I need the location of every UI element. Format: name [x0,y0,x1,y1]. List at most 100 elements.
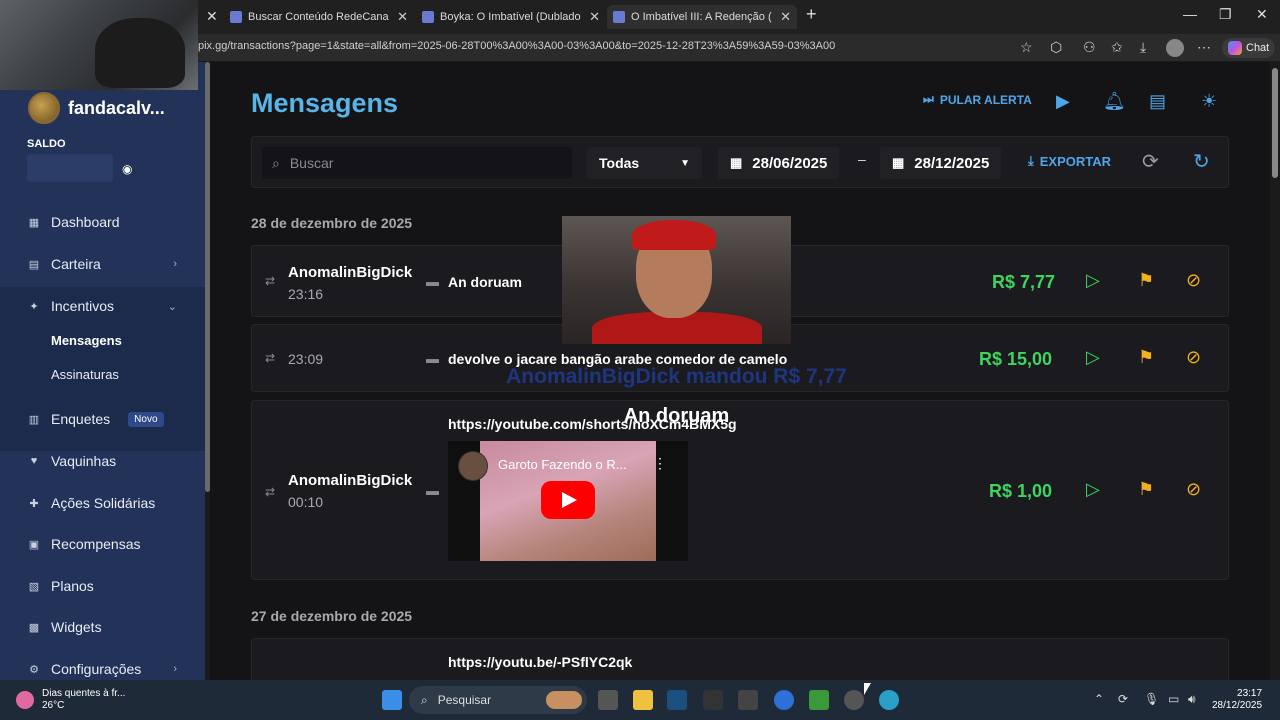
webcam-person [95,18,185,88]
weather-widget[interactable]: Dias quentes à fr... 26°C [16,688,125,712]
browser-tab-2[interactable]: Boyka: O Imbatível (Dublado) - 20 ✕ [416,5,606,29]
url-field[interactable]: pix.gg/transactions?page=1&state=all&fro… [198,40,835,52]
maximize-icon[interactable]: ❐ [1219,6,1232,23]
message-link[interactable]: https://youtu.be/-PSflYC2qk [448,654,632,670]
browser-tab-3-active[interactable]: O Imbatível III: A Redenção (Dubla ✕ [607,5,797,29]
message-icon: ▬ [426,351,439,366]
mouse-cursor [864,683,871,695]
page-scrollbar-thumb[interactable] [1272,68,1278,178]
user-profile[interactable]: fandacalv... [28,92,165,124]
app-icon[interactable] [738,690,758,710]
balance-label: SALDO [27,138,66,150]
edge-icon[interactable] [879,690,899,710]
clock-time: 23:17 [1237,688,1263,699]
youtube-play-icon[interactable] [541,481,595,519]
new-tab-button[interactable]: + [806,4,817,25]
export-button[interactable]: ⤓ EXPORTAR [1028,153,1111,169]
extensions-icon[interactable]: ⬡ [1050,39,1062,56]
steam-icon[interactable] [667,690,687,710]
sync-icon[interactable]: ⟳ [1142,149,1159,174]
sidebar-item-label: Carteira [51,256,101,272]
close-tab-icon[interactable]: ✕ [206,8,218,25]
sender-name: AnomalinBigDick [288,472,413,489]
profile-avatar[interactable] [1166,39,1184,57]
date-from-input[interactable]: ▦ 28/06/2025 [718,147,840,179]
message-row[interactable]: https://youtu.be/-PSflYC2qk [251,638,1229,680]
file-explorer-icon[interactable] [633,690,653,710]
epic-games-icon[interactable] [703,690,723,710]
tab-title: Buscar Conteúdo RedeCanais: luta [248,11,389,23]
date-to-input[interactable]: ▦ 28/12/2025 [880,147,1002,179]
sparkle-icon: ✦ [29,300,39,313]
mic-icon[interactable]: 🎙︎ [1144,692,1159,706]
calendar-icon: ▦ [730,155,743,170]
download-icon[interactable]: ⤓ [1140,39,1146,56]
copilot-chat-button[interactable]: Chat [1222,38,1276,58]
more-menu-icon[interactable]: ⋯ [1197,39,1211,56]
replay-icon[interactable]: ▷ [1086,270,1100,291]
search-icon: ⌕ [272,154,280,171]
search-field[interactable]: ⌕ [262,147,572,179]
bell-icon[interactable]: 🔔︎ [1103,91,1126,112]
filter-bar: ⌕ Todas ▼ ▦ 28/06/2025 – ▦ 28/12/2025 ⤓ E… [251,136,1229,188]
minimize-icon[interactable]: — [1183,6,1197,22]
sidebar-item-incentivos[interactable]: ✦ Incentivos ⌄ [0,287,205,325]
sidebar-item-label: Incentivos [51,298,115,314]
flag-icon[interactable]: ⚑ [1138,479,1154,500]
status-select[interactable]: Todas ▼ [587,147,702,179]
task-view-icon[interactable] [598,690,618,710]
flag-icon[interactable]: ⚑ [1138,270,1154,291]
webcam-overlay [0,0,198,90]
sidebar-item-label: Ações Solidárias [51,495,156,511]
message-time: 23:16 [288,286,324,302]
sidebar-item-vaquinhas[interactable]: ♥ Vaquinhas [0,442,205,480]
clock[interactable]: 23:17 28/12/2025 [1212,688,1262,712]
browser-tab-1[interactable]: Buscar Conteúdo RedeCanais: luta ✕ [224,5,414,29]
eye-icon[interactable]: ◉ [122,162,132,176]
video-title: Garoto Fazendo o R... [498,457,627,472]
tracking-icon[interactable]: ⚇ [1083,39,1096,56]
network-icon[interactable]: ▭ [1168,692,1179,706]
sidebar-item-recompensas[interactable]: ▣ Recompensas [0,525,205,563]
search-highlight-icon[interactable] [546,691,582,709]
copilot-icon [1228,41,1242,55]
transfer-icon: ⇄ [265,485,276,499]
sidebar-item-carteira[interactable]: ▤ Carteira › [0,245,205,283]
block-icon[interactable]: ⊘ [1186,479,1201,500]
avatar [28,92,60,124]
date-group-header: 28 de dezembro de 2025 [251,215,413,231]
sidebar-item-mensagens[interactable]: Mensagens [0,321,205,359]
sidebar-item-label: Dashboard [51,214,120,230]
youtube-embed[interactable]: Garoto Fazendo o R... ⋮ [448,441,688,561]
sidebar-item-acoes-solidarias[interactable]: ✚ Ações Solidárias [0,484,205,522]
skip-alert-label: PULAR ALERTA [939,92,1032,107]
volume-icon[interactable]: 🔊︎ [1188,692,1196,707]
windows-start-icon[interactable] [382,690,402,710]
close-tab-icon[interactable]: ✕ [397,9,408,25]
sun-icon[interactable]: ☀ [1201,91,1217,112]
youtube-icon[interactable]: ▶ [1056,91,1070,112]
search-input[interactable] [289,155,550,171]
more-vert-icon[interactable]: ⋮ [653,455,667,472]
favorites-icon[interactable]: ✩ [1111,39,1123,56]
skip-alert-button[interactable]: ⏭ PULAR ALERTA [923,92,1032,107]
layout-icon[interactable]: ▤ [1149,91,1166,112]
calendar-icon: ▦ [892,155,905,170]
block-icon[interactable]: ⊘ [1186,270,1201,291]
sidebar-item-planos[interactable]: ▧ Planos [0,567,205,605]
app-blue-icon[interactable] [774,690,794,710]
sync-tray-icon[interactable]: ⟳ [1118,692,1128,706]
favorite-star-icon[interactable]: ☆ [1020,39,1033,56]
sidebar-item-widgets[interactable]: ▩ Widgets [0,608,205,646]
date-to-value: 28/12/2025 [914,154,990,172]
app-green-icon[interactable] [809,690,829,710]
close-tab-icon[interactable]: ✕ [780,9,791,25]
chevron-up-icon[interactable]: ⌃ [1094,692,1104,706]
replay-icon[interactable]: ▷ [1086,479,1100,500]
sidebar-item-dashboard[interactable]: ▦ Dashboard [0,203,205,241]
refresh-icon[interactable]: ↻ [1193,149,1210,174]
close-tab-icon[interactable]: ✕ [589,9,600,25]
obs-icon[interactable] [844,690,864,710]
taskbar-search-placeholder: Pesquisar [437,693,492,707]
close-window-icon[interactable]: ✕ [1256,6,1268,23]
